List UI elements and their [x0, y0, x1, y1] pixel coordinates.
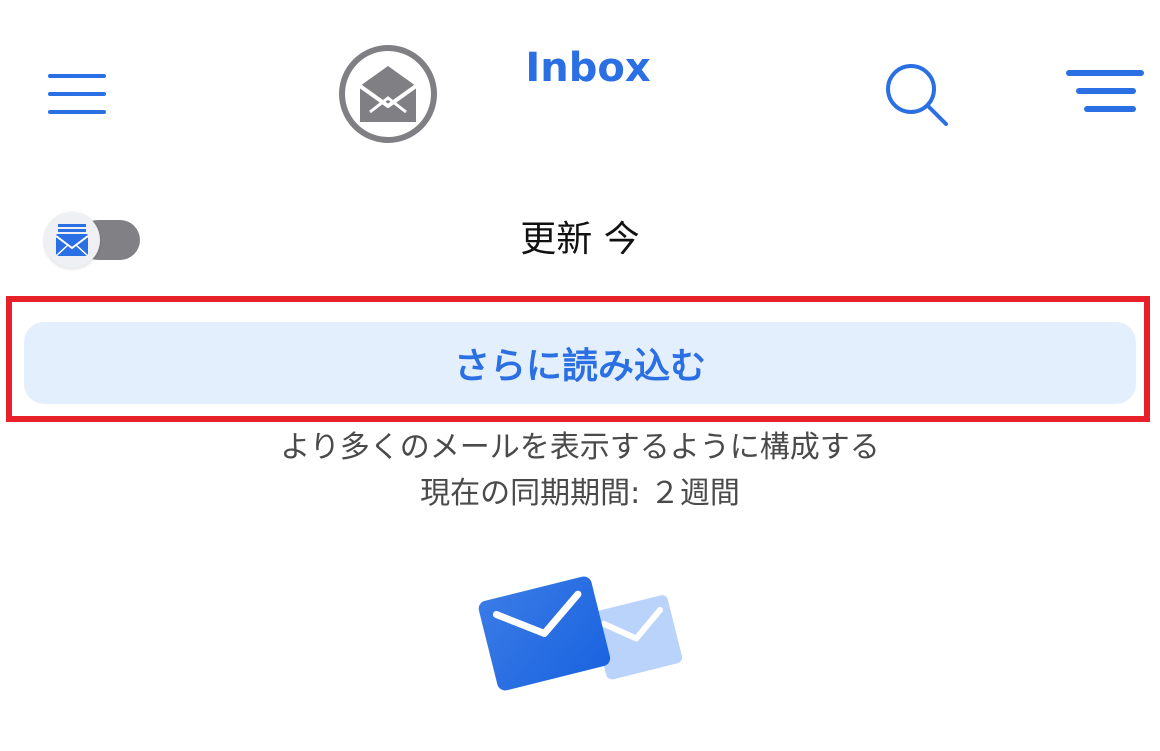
load-more-hint: より多くのメールを表示するように構成する [280, 430, 880, 465]
last-updated-text: 更新 今 [520, 219, 640, 260]
menu-button[interactable] [44, 66, 110, 122]
sync-period-text: 現在の同期期間: ２週間 [420, 476, 740, 511]
app-logo [336, 42, 440, 146]
toggle-knob [44, 212, 100, 268]
empty-mail-illustration [470, 568, 690, 698]
load-more-label: さらに読み込む [453, 346, 706, 387]
mail-stack-icon [55, 224, 89, 257]
unified-inbox-toggle[interactable] [44, 212, 140, 268]
hamburger-menu-icon [48, 74, 106, 114]
page-title: Inbox [525, 45, 651, 91]
envelopes-icon [478, 576, 683, 691]
filter-button[interactable] [1062, 64, 1148, 120]
search-button[interactable] [880, 58, 952, 130]
search-icon [886, 64, 948, 126]
load-more-button[interactable]: さらに読み込む [24, 322, 1136, 404]
envelope-logo-icon [339, 45, 437, 143]
filter-icon [1066, 70, 1144, 112]
